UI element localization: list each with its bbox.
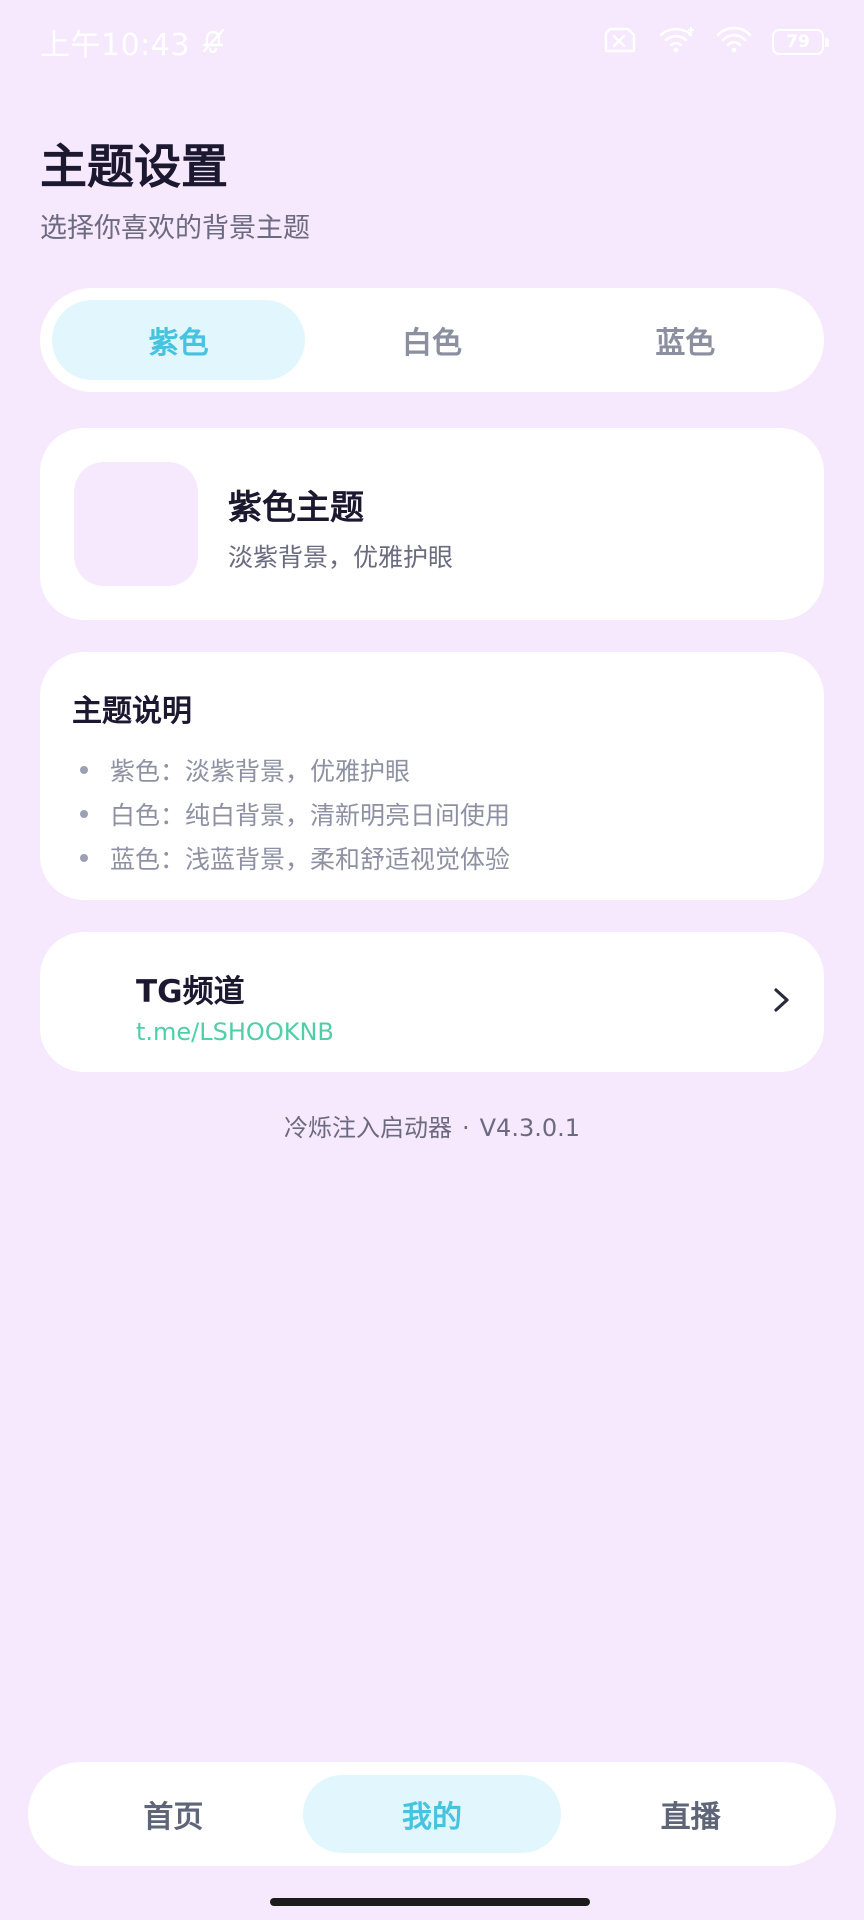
page-title: 主题设置 bbox=[40, 140, 228, 195]
nav-item-mine[interactable]: 我的 bbox=[302, 1775, 562, 1853]
nav-item-live[interactable]: 直播 bbox=[561, 1775, 820, 1853]
separator: · bbox=[461, 1114, 470, 1142]
current-theme-card: 紫色主题 淡紫背景，优雅护眼 bbox=[40, 428, 824, 620]
app-version-footer: 冷烁注入启动器 · V4.3.0.1 bbox=[0, 1108, 864, 1143]
tab-purple-theme[interactable]: 紫色 bbox=[52, 300, 306, 380]
tab-white-theme[interactable]: 白色 bbox=[305, 300, 558, 380]
tg-channel-title: TG频道 bbox=[136, 974, 245, 1010]
battery-icon: 79 bbox=[772, 29, 829, 55]
battery-level: 79 bbox=[786, 32, 810, 52]
status-left: 上午10:43 bbox=[40, 20, 228, 64]
version-number: V4.3.0.1 bbox=[479, 1114, 581, 1142]
bell-off-icon bbox=[198, 25, 228, 59]
tab-blue-theme[interactable]: 蓝色 bbox=[559, 300, 812, 380]
tg-channel-link[interactable]: t.me/LSHOOKNB bbox=[136, 1018, 334, 1046]
bullet-icon bbox=[80, 810, 88, 818]
list-item: 蓝色：浅蓝背景，柔和舒适视觉体验 bbox=[72, 836, 792, 880]
info-title: 主题说明 bbox=[72, 694, 192, 729]
theme-name: 紫色主题 bbox=[228, 488, 364, 528]
theme-selector: 紫色 白色 蓝色 bbox=[40, 288, 824, 392]
bullet-icon bbox=[80, 766, 88, 774]
home-indicator[interactable] bbox=[270, 1898, 590, 1906]
chevron-right-icon bbox=[770, 982, 794, 1022]
list-item-text: 蓝色：浅蓝背景，柔和舒适视觉体验 bbox=[110, 845, 511, 874]
list-item-text: 紫色：淡紫背景，优雅护眼 bbox=[110, 757, 411, 786]
app-name: 冷烁注入启动器 bbox=[283, 1114, 452, 1142]
status-time: 上午10:43 bbox=[40, 28, 190, 63]
sim-off-icon bbox=[602, 25, 638, 59]
theme-color-swatch bbox=[74, 462, 198, 586]
list-item-text: 白色：纯白背景，清新明亮日间使用 bbox=[110, 801, 511, 830]
screen: 上午10:43 79 主题设置 选择你喜欢的背景主题 紫色 白色 蓝色 紫色主题… bbox=[0, 0, 864, 1920]
wifi-icon bbox=[716, 25, 752, 59]
wifi-icon bbox=[658, 25, 696, 59]
list-item: 紫色：淡紫背景，优雅护眼 bbox=[72, 748, 792, 792]
theme-description: 淡紫背景，优雅护眼 bbox=[228, 543, 454, 572]
status-bar: 上午10:43 79 bbox=[0, 0, 864, 84]
status-right: 79 bbox=[602, 25, 829, 59]
tg-channel-card[interactable]: TG频道 t.me/LSHOOKNB bbox=[40, 932, 824, 1072]
page-subtitle: 选择你喜欢的背景主题 bbox=[40, 213, 310, 244]
bottom-nav: 首页 我的 直播 bbox=[28, 1762, 836, 1866]
bullet-icon bbox=[80, 854, 88, 862]
nav-item-home[interactable]: 首页 bbox=[44, 1775, 303, 1853]
theme-info-card: 主题说明 紫色：淡紫背景，优雅护眼 白色：纯白背景，清新明亮日间使用 蓝色：浅蓝… bbox=[40, 652, 824, 900]
list-item: 白色：纯白背景，清新明亮日间使用 bbox=[72, 792, 792, 836]
